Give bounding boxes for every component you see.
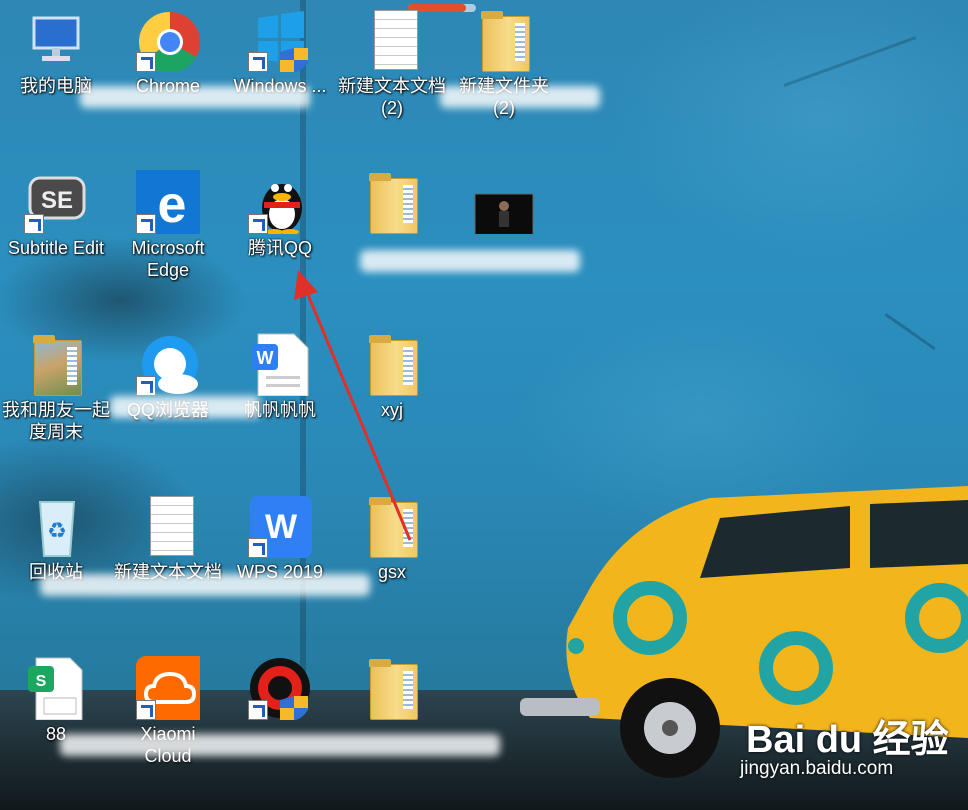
shortcut-arrow-icon [24, 214, 44, 234]
text-file-icon [360, 8, 424, 72]
desktop-icon-chrome[interactable]: Chrome [112, 8, 224, 98]
icon-label: 新建文本文档 [338, 76, 446, 96]
icon-label-line2: (2) [381, 98, 403, 118]
video-thumbnail-icon [469, 170, 539, 237]
shortcut-arrow-icon [136, 214, 156, 234]
svg-text:e: e [158, 176, 187, 234]
shortcut-arrow-icon [248, 538, 268, 558]
desktop-icon-folder-blurred[interactable] [336, 170, 448, 234]
icon-label: 我和朋友一起 [2, 400, 110, 420]
desktop-icon-text-doc[interactable]: 新建文本文档 [112, 494, 224, 584]
desktop-icon-photo-folder[interactable]: 我和朋友一起 度周末 [0, 332, 112, 444]
spreadsheet-icon: S [24, 656, 88, 721]
svg-text:W: W [257, 348, 274, 368]
desktop-icon-recorder[interactable] [224, 656, 336, 720]
icon-label-line2: Edge [146, 260, 190, 280]
desktop-icon-folder-115[interactable] [336, 656, 448, 720]
qq-browser-icon [136, 332, 200, 396]
shortcut-arrow-icon [136, 52, 156, 72]
shortcut-arrow-icon [248, 52, 268, 72]
desktop-icon-spreadsheet[interactable]: S 88 [0, 656, 112, 746]
icon-label: Subtitle Edit [7, 238, 105, 258]
blur-mask [360, 250, 580, 272]
desktop-icon-windows[interactable]: Windows ... [224, 8, 336, 98]
shortcut-arrow-icon [136, 376, 156, 396]
icon-label-line2: 度周末 [29, 422, 83, 442]
blur-mask [80, 86, 310, 108]
blur-mask [110, 396, 260, 418]
shortcut-arrow-icon [248, 700, 268, 720]
photo-folder-icon [24, 332, 88, 396]
baidu-watermark: Bai du 经验 jingyan.baidu.com [740, 708, 968, 788]
blur-mask [440, 86, 600, 108]
desktop-icon-video-file[interactable] [448, 170, 560, 237]
svg-text:SE: SE [41, 187, 73, 214]
svg-text:S: S [36, 673, 47, 690]
computer-icon [24, 8, 88, 72]
desktop-icon-new-text-doc[interactable]: 新建文本文档 (2) [336, 8, 448, 120]
icon-label: 腾讯QQ [247, 238, 312, 258]
text-file-icon [136, 494, 200, 558]
watermark-url: jingyan.baidu.com [740, 758, 894, 779]
folder-icon [360, 656, 424, 720]
blur-mask [40, 574, 370, 596]
shortcut-arrow-icon [136, 700, 156, 720]
desktop-icon-recycle-bin[interactable]: ♻ 回收站 [0, 494, 112, 584]
record-shield-icon [248, 656, 312, 720]
icon-label: Microsoft [131, 238, 205, 258]
svg-text:♻: ♻ [47, 519, 67, 544]
annotation-arrow [294, 270, 412, 541]
folder-icon [472, 8, 536, 72]
shortcut-arrow-icon [248, 214, 268, 234]
windows-shield-icon [248, 8, 312, 72]
watermark-brand: Bai du 经验 [746, 719, 949, 761]
subtitle-edit-icon: SE [24, 170, 88, 234]
desktop-icon-my-computer[interactable]: 我的电脑 [0, 8, 112, 98]
recycle-bin-icon: ♻ [24, 494, 88, 558]
folder-icon [360, 170, 424, 234]
desktop-icon-qq[interactable]: 腾讯QQ [224, 170, 336, 260]
chrome-icon [136, 8, 200, 73]
desktop-icon-subtitle-edit[interactable]: SE Subtitle Edit [0, 170, 112, 260]
cloud-icon [136, 656, 208, 726]
qq-penguin-icon [248, 170, 312, 235]
desktop-icon-edge[interactable]: e Microsoft Edge [112, 170, 224, 282]
blur-mask [60, 734, 500, 756]
edge-icon: e [136, 170, 208, 240]
